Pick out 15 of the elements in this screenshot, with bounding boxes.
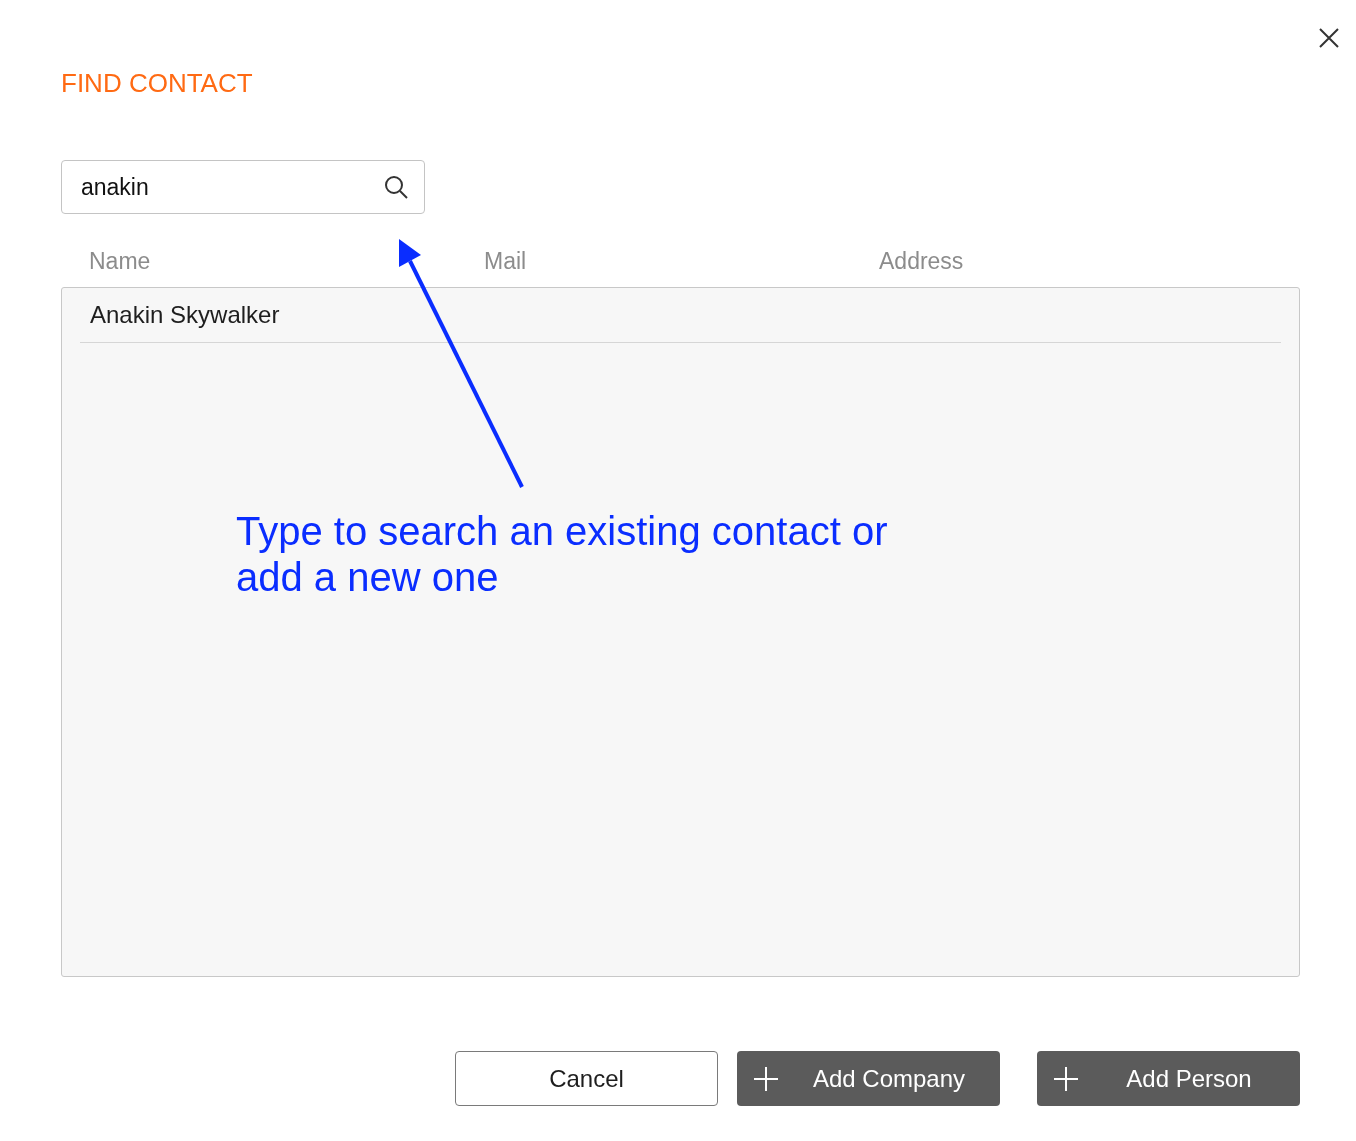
close-icon[interactable] (1319, 28, 1339, 48)
column-header: Name (89, 248, 151, 274)
add-button[interactable]: Add Company (737, 1051, 1000, 1106)
dialog-title: FIND CONTACT (61, 68, 253, 98)
table-cell: Anakin Skywalker (90, 301, 280, 328)
cancel-button[interactable]: Cancel (455, 1051, 718, 1106)
plus-icon (1054, 1066, 1078, 1091)
search-icon[interactable] (384, 175, 408, 199)
result-row[interactable]: Anakin Skywalker (80, 288, 1281, 343)
column-header: Address (879, 248, 964, 274)
column-header: Mail (484, 248, 527, 274)
annotation-text: Type to search an existing contact or add a new one (236, 508, 889, 600)
search-field[interactable]: anakin (61, 160, 425, 214)
add-button[interactable]: Add Person (1037, 1051, 1300, 1106)
plus-icon (754, 1066, 778, 1091)
